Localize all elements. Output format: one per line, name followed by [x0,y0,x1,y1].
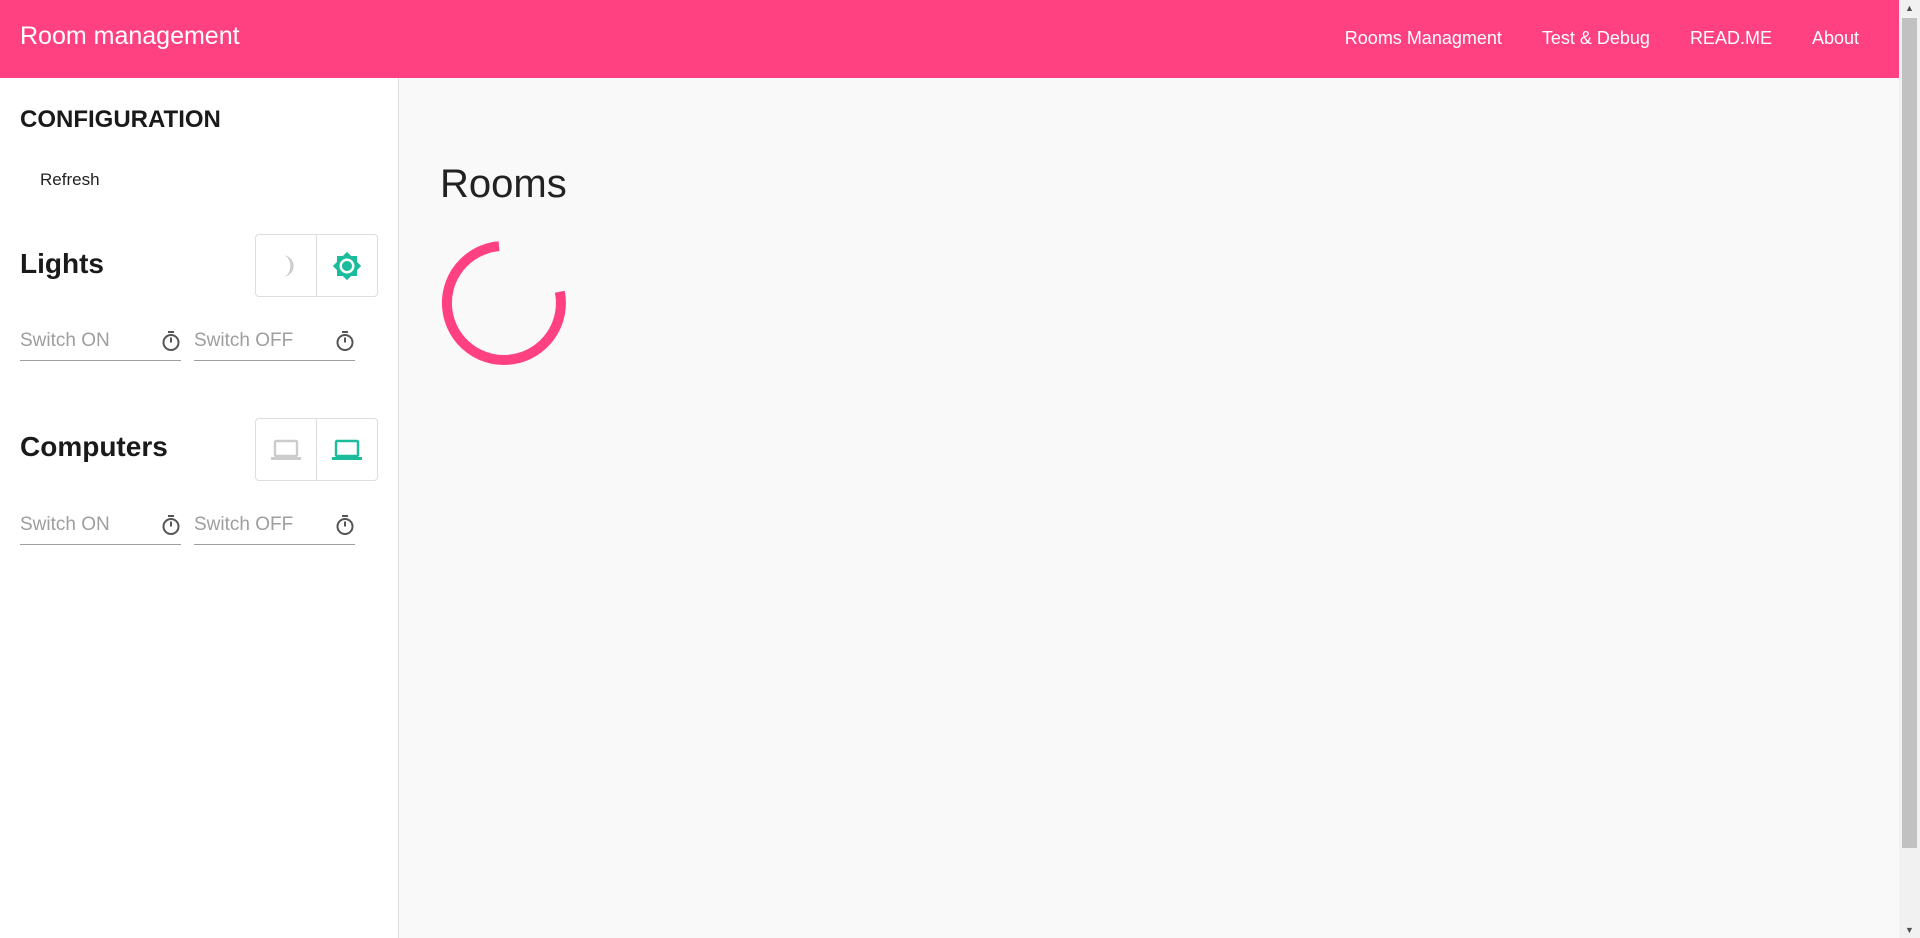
page-scrollbar[interactable]: ▲ ▼ [1899,0,1920,938]
lights-switch-on-input[interactable] [20,330,148,352]
scroll-up-arrow-icon[interactable]: ▲ [1899,0,1920,16]
laptop-off-icon [271,439,301,460]
configuration-title: CONFIGURATION [20,106,221,133]
computers-toggle-group [255,418,378,481]
computers-switch-off-field [194,510,355,545]
lights-switch-off-field [194,326,355,361]
nav-link-test-debug[interactable]: Test & Debug [1542,28,1650,49]
timer-icon[interactable] [161,514,181,536]
computers-switch-off-input[interactable] [194,514,322,536]
nav-link-readme[interactable]: READ.ME [1690,28,1772,49]
app-brand[interactable]: Room management [20,22,240,51]
timer-icon[interactable] [335,330,355,352]
top-navbar: Room management Rooms Managment Test & D… [0,0,1899,78]
computers-title: Computers [20,431,168,462]
lights-switch-off-input[interactable] [194,330,322,352]
rooms-title: Rooms [440,162,567,206]
computers-switch-on-field [20,510,181,545]
lights-title: Lights [20,248,104,279]
nav-link-rooms-management[interactable]: Rooms Managment [1345,28,1502,49]
computers-off-button[interactable] [256,419,316,480]
computers-on-button[interactable] [316,419,377,480]
lights-on-button[interactable] [316,235,377,296]
timer-icon[interactable] [161,330,181,352]
nav-links: Rooms Managment Test & Debug READ.ME Abo… [1305,28,1859,49]
scroll-thumb[interactable] [1902,18,1917,848]
brightness-icon [332,251,362,280]
scroll-down-arrow-icon[interactable]: ▼ [1899,922,1920,938]
timer-icon[interactable] [335,514,355,536]
loading-spinner [442,241,566,365]
configuration-sidebar: CONFIGURATION Refresh Lights C [0,78,399,938]
laptop-on-icon [332,439,362,460]
main-content: Rooms [399,78,1899,938]
moon-icon [282,254,294,277]
computers-switch-on-input[interactable] [20,514,148,536]
refresh-button[interactable]: Refresh [40,170,100,190]
lights-toggle-group [255,234,378,297]
lights-off-button[interactable] [256,235,316,296]
nav-link-about[interactable]: About [1812,28,1859,49]
lights-switch-on-field [20,326,181,361]
